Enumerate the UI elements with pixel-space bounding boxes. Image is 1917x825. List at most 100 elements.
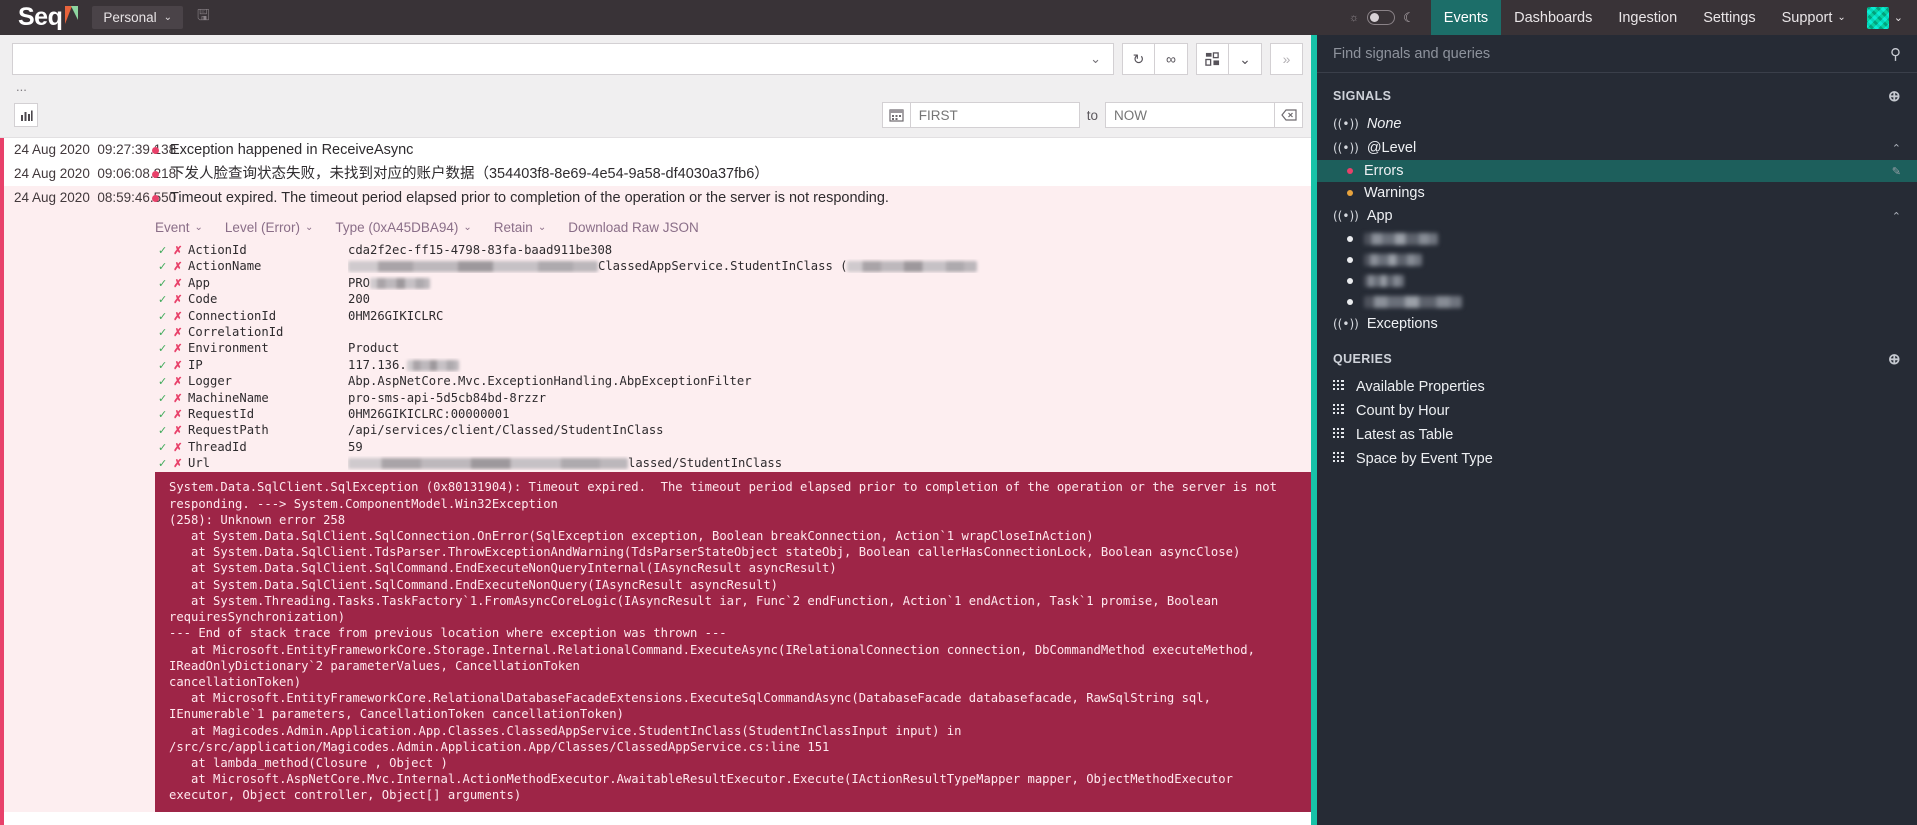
layout-dropdown-button[interactable]: ⌄ <box>1229 43 1262 75</box>
cross-icon[interactable]: ✗ <box>173 457 182 470</box>
refresh-icon: ↻ <box>1132 50 1145 67</box>
sidebar-query-item[interactable]: Latest as Table <box>1317 423 1917 447</box>
nav-item-support[interactable]: Support ⌄ <box>1769 0 1859 35</box>
calendar-icon <box>889 109 904 122</box>
cross-icon[interactable]: ✗ <box>173 424 182 437</box>
search-icon[interactable]: ⚲ <box>1890 45 1901 63</box>
event-row-selected[interactable]: 24 Aug 2020 08:59:46.550 Timeout expired… <box>0 186 1311 812</box>
check-icon[interactable]: ✓ <box>158 293 167 306</box>
chevron-down-icon[interactable]: ⌄ <box>1084 51 1107 67</box>
chevron-up-icon[interactable]: ⌃ <box>1892 142 1901 155</box>
sidebar-query-label: Count by Hour <box>1356 403 1450 419</box>
sidebar-query-item[interactable]: Count by Hour <box>1317 399 1917 423</box>
save-icon[interactable]: 🖫 <box>197 5 210 30</box>
signal-dot-icon <box>1347 277 1353 284</box>
download-raw-json-link[interactable]: Download Raw JSON <box>568 220 699 235</box>
expand-panel-button[interactable]: » <box>1270 43 1303 75</box>
query-input-wrap[interactable]: ⌄ <box>12 43 1114 75</box>
nav-item-settings[interactable]: Settings <box>1690 0 1768 35</box>
signal-icon: ((•)) <box>1333 141 1359 155</box>
event-message: Exception happened in ReceiveAsync <box>170 142 414 158</box>
sidebar-signal-group[interactable]: ((•)) @Level ⌃ <box>1317 136 1917 160</box>
sidebar-signal-item[interactable] <box>1317 228 1917 249</box>
link-query-button[interactable]: ∞ <box>1155 43 1188 75</box>
grid-icon <box>1205 51 1220 66</box>
search-input[interactable] <box>23 51 1085 67</box>
check-icon[interactable]: ✓ <box>158 424 167 437</box>
sidebar-signal-item[interactable] <box>1317 249 1917 270</box>
check-icon[interactable]: ✓ <box>158 375 167 388</box>
check-icon[interactable]: ✓ <box>158 342 167 355</box>
refresh-button[interactable]: ↻ <box>1122 43 1155 75</box>
sidebar-search[interactable]: ⚲ <box>1317 35 1917 73</box>
check-icon[interactable]: ✓ <box>158 441 167 454</box>
check-icon[interactable]: ✓ <box>158 260 167 273</box>
event-row[interactable]: 24 Aug 2020 08:59:46.550 Timeout expired… <box>0 186 1311 210</box>
avatar[interactable] <box>1866 6 1889 29</box>
sidebar-signal-group[interactable]: ((•)) App ⌃ <box>1317 204 1917 228</box>
plus-circle-icon[interactable]: ⊕ <box>1888 87 1901 105</box>
nav-item-events[interactable]: Events <box>1430 0 1502 35</box>
layout-button[interactable] <box>1196 43 1229 75</box>
theme-toggle-switch[interactable] <box>1367 10 1396 25</box>
cross-icon[interactable]: ✗ <box>173 244 182 257</box>
type-filter-button[interactable]: Type (0xA45DBA94) ⌄ <box>335 220 471 235</box>
chevron-down-icon: ⌄ <box>463 222 472 233</box>
sidebar-signal-item[interactable]: Errors ✎ <box>1317 160 1917 182</box>
sidebar-signal-item[interactable] <box>1317 270 1917 291</box>
check-icon[interactable]: ✓ <box>158 457 167 470</box>
property-name: ActionId <box>188 243 247 257</box>
check-icon[interactable]: ✓ <box>158 277 167 290</box>
sidebar-query-item[interactable]: Available Properties <box>1317 375 1917 399</box>
check-icon[interactable]: ✓ <box>158 310 167 323</box>
sidebar-signal-group[interactable]: ((•)) None <box>1317 112 1917 136</box>
check-icon[interactable]: ✓ <box>158 392 167 405</box>
retain-button[interactable]: Retain ⌄ <box>494 220 546 235</box>
plus-circle-icon[interactable]: ⊕ <box>1888 350 1901 368</box>
chart-toggle-button[interactable] <box>14 103 38 127</box>
check-icon[interactable]: ✓ <box>158 326 167 339</box>
sidebar-signal-item[interactable]: Warnings <box>1317 182 1917 204</box>
range-to-input[interactable] <box>1105 102 1275 128</box>
check-icon[interactable]: ✓ <box>158 359 167 372</box>
nav-items: Events Dashboards Ingestion Settings Sup… <box>1430 0 1859 35</box>
nav-item-ingestion[interactable]: Ingestion <box>1605 0 1690 35</box>
sidebar-signal-item[interactable] <box>1317 291 1917 312</box>
property-name: RequestId <box>188 406 255 421</box>
cross-icon[interactable]: ✗ <box>173 441 182 454</box>
cross-icon[interactable]: ✗ <box>173 260 182 273</box>
cross-icon[interactable]: ✗ <box>173 408 182 421</box>
user-menu[interactable]: ⌄ <box>1859 0 1917 35</box>
chevron-up-icon[interactable]: ⌃ <box>1892 210 1901 223</box>
cross-icon[interactable]: ✗ <box>173 392 182 405</box>
event-list[interactable]: 24 Aug 2020 09:27:39.138 Exception happe… <box>0 138 1311 825</box>
sidebar-signal-group[interactable]: ((•)) Exceptions <box>1317 312 1917 336</box>
brand-logo[interactable]: Seq <box>0 0 92 35</box>
event-row[interactable]: 24 Aug 2020 09:27:39.138 Exception happe… <box>0 138 1311 162</box>
query-grid-icon <box>1333 379 1346 395</box>
workspace-selector[interactable]: Personal ⌄ <box>92 6 184 29</box>
calendar-button[interactable] <box>881 102 910 128</box>
event-row[interactable]: 24 Aug 2020 09:06:08.218 下发人脸查询状态失败，未找到对… <box>0 162 1311 186</box>
theme-toggle[interactable]: ☼ ☾ <box>1349 10 1415 26</box>
level-filter-button[interactable]: Level (Error) ⌄ <box>225 220 313 235</box>
cross-icon[interactable]: ✗ <box>173 359 182 372</box>
event-detail-panel: Event ⌄ Level (Error) ⌄ Type (0xA45DBA94… <box>0 210 1311 812</box>
cross-icon[interactable]: ✗ <box>173 310 182 323</box>
cross-icon[interactable]: ✗ <box>173 293 182 306</box>
sidebar-search-input[interactable] <box>1333 45 1890 62</box>
nav-item-dashboards[interactable]: Dashboards <box>1501 0 1605 35</box>
range-from-input[interactable] <box>909 102 1080 128</box>
clear-range-button[interactable] <box>1275 102 1303 128</box>
sidebar-query-item[interactable]: Space by Event Type <box>1317 447 1917 471</box>
sidebar-signal-label: Warnings <box>1364 185 1425 201</box>
main-content: ⌄ ↻ ∞ ⌄ » ... FIRST to NOW 24 Aug 2020 0… <box>0 35 1311 825</box>
pencil-icon[interactable]: ✎ <box>1892 165 1901 178</box>
cross-icon[interactable]: ✗ <box>173 375 182 388</box>
event-menu-button[interactable]: Event ⌄ <box>155 220 203 235</box>
check-icon[interactable]: ✓ <box>158 244 167 257</box>
cross-icon[interactable]: ✗ <box>173 277 182 290</box>
cross-icon[interactable]: ✗ <box>173 342 182 355</box>
check-icon[interactable]: ✓ <box>158 408 167 421</box>
cross-icon[interactable]: ✗ <box>173 326 182 339</box>
